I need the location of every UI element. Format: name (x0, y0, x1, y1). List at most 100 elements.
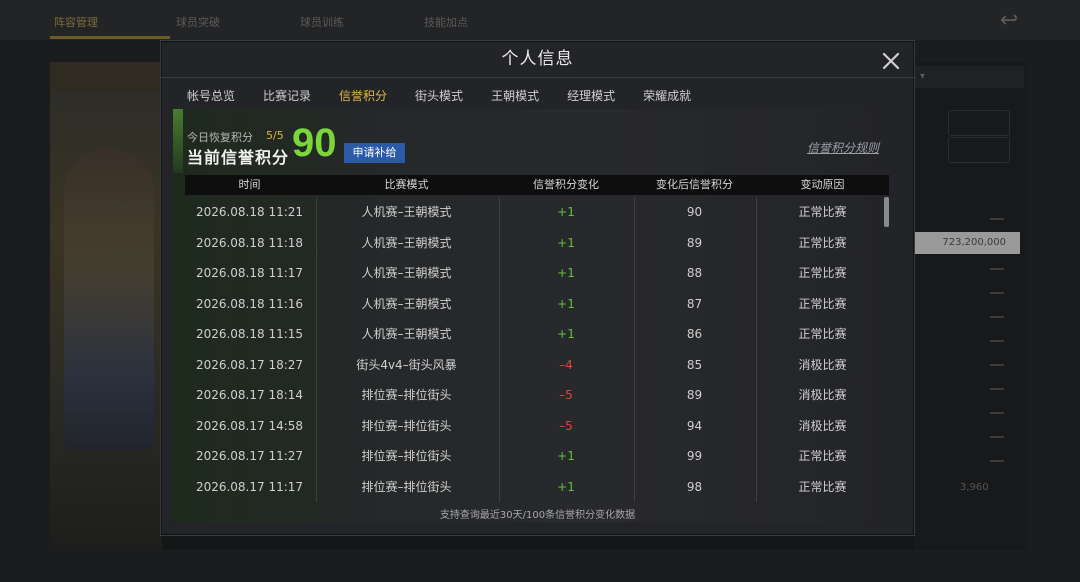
header-mode: 比赛模式 (384, 178, 429, 191)
bg-dash (990, 316, 1004, 318)
row-change: +1 (557, 266, 575, 280)
row-after-score: 94 (686, 418, 703, 433)
row-time: 2026.08.18 11:18 (195, 235, 304, 250)
column-divider (499, 197, 500, 502)
row-time: 2026.08.18 11:15 (195, 327, 304, 341)
row-time: 2026.08.18 11:21 (195, 205, 304, 219)
row-mode: 人机赛–王朝模式 (361, 327, 452, 341)
bg-bottom-value: 3,960 (960, 482, 989, 493)
table-row: 2026.08.18 11:18 人机赛–王朝模式 +1 89 正常比赛 (185, 228, 889, 259)
column-divider (316, 197, 317, 502)
row-reason: 正常比赛 (798, 449, 847, 463)
row-after-score: 86 (686, 327, 703, 341)
tab-match-records[interactable]: 比赛记录 (249, 83, 325, 109)
row-time: 2026.08.17 14:58 (195, 418, 304, 433)
bg-tab-breakthrough[interactable]: 球员突破 (176, 14, 220, 30)
row-reason: 正常比赛 (798, 205, 847, 219)
header-time: 时间 (238, 178, 261, 191)
row-reason: 正常比赛 (798, 327, 847, 341)
header-reason: 变动原因 (800, 178, 845, 191)
current-score-label: 当前信誉积分 (187, 148, 290, 167)
tab-manager-mode[interactable]: 经理模式 (553, 83, 629, 109)
row-change: +1 (557, 479, 575, 494)
credit-history-table[interactable]: 2026.08.18 11:21 人机赛–王朝模式 +1 90 正常比赛 2026.08.… (185, 197, 889, 502)
credit-rules-link[interactable]: 信誉积分规则 (807, 139, 879, 156)
title-divider (161, 77, 914, 78)
row-mode: 人机赛–王朝模式 (361, 296, 452, 311)
personal-info-modal: 个人信息 帐号总览 比赛记录 信誉积分 街头模式 王朝模式 经理模式 荣耀成就 … (160, 40, 915, 536)
row-change: +1 (557, 235, 575, 250)
table-row: 2026.08.17 18:14 排位赛–排位街头 –5 89 消极比赛 (185, 380, 889, 411)
bg-button-2[interactable] (948, 137, 1010, 163)
row-after-score: 85 (686, 357, 703, 372)
bg-highlight-value: 723,200,000 (914, 232, 1020, 254)
bg-dash (990, 218, 1004, 220)
row-after-score: 89 (686, 235, 703, 250)
current-score-value: 90 (292, 121, 337, 165)
row-after-score: 99 (686, 449, 703, 463)
row-reason: 消极比赛 (798, 357, 847, 372)
row-change: –5 (559, 388, 573, 402)
bg-dash (990, 388, 1004, 390)
row-mode: 人机赛–王朝模式 (361, 266, 452, 280)
footer-note: 支持查询最近30天/100条信誉积分变化数据 (439, 510, 636, 521)
row-reason: 消极比赛 (798, 418, 847, 433)
bg-dash (990, 292, 1004, 294)
table-row: 2026.08.17 14:58 排位赛–排位街头 –5 94 消极比赛 (185, 411, 889, 442)
table-row: 2026.08.18 11:17 人机赛–王朝模式 +1 88 正常比赛 (185, 258, 889, 289)
bg-dash (990, 412, 1004, 414)
row-reason: 正常比赛 (798, 266, 847, 280)
modal-title: 个人信息 (501, 49, 574, 69)
bg-tab-skills[interactable]: 技能加点 (424, 14, 468, 30)
table-row: 2026.08.18 11:21 人机赛–王朝模式 +1 90 正常比赛 (185, 197, 889, 228)
apply-supply-button[interactable]: 申请补给 (344, 143, 405, 163)
close-icon[interactable] (879, 49, 903, 73)
row-mode: 人机赛–王朝模式 (361, 235, 452, 250)
row-change: +1 (557, 205, 575, 219)
bg-dash (990, 460, 1004, 462)
row-after-score: 98 (686, 479, 703, 494)
row-mode: 排位赛–排位街头 (361, 479, 452, 494)
bg-tab-indicator (50, 36, 170, 39)
row-change: +1 (557, 296, 575, 311)
bg-dropdown[interactable]: ▾ (914, 66, 1024, 88)
row-change: –4 (559, 357, 573, 372)
bg-dash (990, 340, 1004, 342)
tab-honor-achievements[interactable]: 荣耀成就 (629, 83, 705, 109)
bg-dash (990, 364, 1004, 366)
recover-label: 今日恢复积分 (187, 131, 253, 144)
row-time: 2026.08.18 11:17 (195, 266, 304, 280)
row-after-score: 87 (686, 296, 703, 311)
modal-tab-bar: 帐号总览 比赛记录 信誉积分 街头模式 王朝模式 经理模式 荣耀成就 (173, 83, 705, 111)
background-top-bar (0, 0, 1080, 40)
row-time: 2026.08.17 11:17 (195, 479, 304, 494)
bg-tab-training[interactable]: 球员训练 (300, 14, 344, 30)
tab-credit-score[interactable]: 信誉积分 (325, 83, 402, 111)
table-row: 2026.08.17 11:17 排位赛–排位街头 +1 98 正常比赛 (185, 472, 889, 503)
row-mode: 排位赛–排位街头 (361, 388, 452, 402)
table-row: 2026.08.18 11:15 人机赛–王朝模式 +1 86 正常比赛 (185, 319, 889, 350)
row-mode: 排位赛–排位街头 (361, 418, 452, 433)
table-row: 2026.08.17 11:27 排位赛–排位街头 +1 99 正常比赛 (185, 441, 889, 472)
accent-stripe (173, 109, 183, 173)
back-arrow-icon[interactable]: ↩ (992, 8, 1026, 34)
bg-tab-lineup[interactable]: 阵容管理 (54, 14, 98, 30)
bg-button-1[interactable] (948, 110, 1010, 136)
tab-dynasty-mode[interactable]: 王朝模式 (477, 83, 553, 109)
header-change: 信誉积分变化 (533, 178, 599, 191)
column-divider (634, 197, 635, 502)
tab-account-overview[interactable]: 帐号总览 (173, 83, 249, 109)
row-time: 2026.08.17 18:14 (195, 388, 304, 402)
tab-street-mode[interactable]: 街头模式 (401, 83, 477, 109)
bg-left-header (50, 62, 162, 90)
row-time: 2026.08.18 11:16 (195, 296, 304, 311)
row-reason: 消极比赛 (798, 388, 847, 402)
row-time: 2026.08.17 18:27 (195, 357, 304, 372)
row-reason: 正常比赛 (798, 296, 847, 311)
header-after: 变化后信誉积分 (656, 178, 733, 191)
column-divider (756, 197, 757, 502)
recover-value: 5/5 (266, 129, 284, 142)
row-reason: 正常比赛 (798, 235, 847, 250)
row-change: –5 (559, 418, 573, 433)
table-scrollbar[interactable] (884, 197, 889, 227)
